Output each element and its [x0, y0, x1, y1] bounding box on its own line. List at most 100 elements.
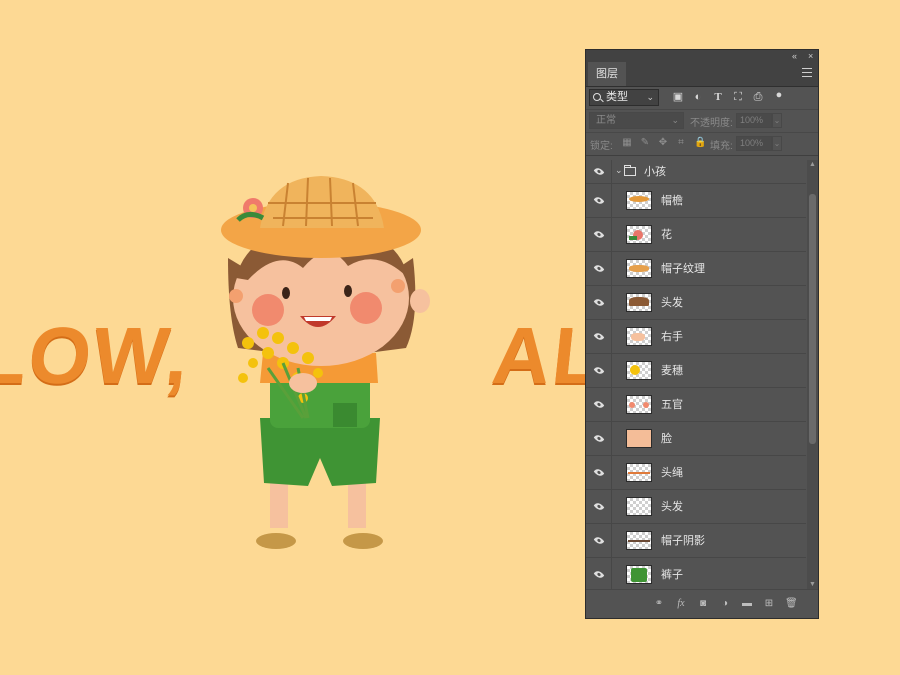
panel-titlebar: « ×: [586, 50, 818, 62]
lock-paint-icon[interactable]: ✎: [640, 138, 650, 148]
layers-scrollbar[interactable]: ▲ ▼: [807, 160, 818, 590]
filter-kind-label: 类型: [606, 91, 628, 103]
layer-row[interactable]: 头绳: [586, 456, 806, 490]
layer-thumbnail: [626, 565, 652, 584]
filter-type-icon[interactable]: T: [712, 91, 724, 103]
trash-icon[interactable]: 🗑: [785, 598, 798, 610]
panel-tabbar: 图层: [586, 62, 818, 87]
visibility-eye-icon[interactable]: [593, 165, 605, 177]
fill-input[interactable]: 100%: [736, 136, 772, 151]
layer-row[interactable]: 五官: [586, 388, 806, 422]
new-group-icon[interactable]: ▬: [741, 598, 753, 610]
layer-thumbnail: [626, 395, 652, 414]
layer-thumbnail: [626, 327, 652, 346]
layer-row[interactable]: 右手: [586, 320, 806, 354]
layer-row[interactable]: 裤子: [586, 558, 806, 590]
filter-smart-object-icon[interactable]: ⎙: [752, 91, 764, 103]
layer-name: 裤子: [661, 568, 683, 581]
layer-row[interactable]: 帽子纹理: [586, 252, 806, 286]
visibility-eye-icon[interactable]: [593, 296, 605, 308]
layer-thumbnail: [626, 531, 652, 550]
fx-icon[interactable]: fx: [675, 598, 687, 610]
layer-name: 麦穗: [661, 364, 683, 377]
layer-row[interactable]: 脸: [586, 422, 806, 456]
tab-layers[interactable]: 图层: [588, 62, 626, 86]
layers-panel: « × 图层 类型 ⌄ ▣ ◐ T ⛶ ⎙ ● 正常 ⌄ 不透明度: 100% …: [585, 49, 819, 619]
layer-name: 右手: [661, 330, 683, 343]
visibility-eye-icon[interactable]: [593, 432, 605, 444]
visibility-eye-icon[interactable]: [593, 398, 605, 410]
blend-mode-value: 正常: [596, 115, 616, 126]
canvas-text-left: LOW,: [0, 311, 196, 400]
lock-label: 锁定:: [590, 141, 613, 152]
adjustment-icon[interactable]: ◑: [719, 598, 731, 610]
layer-name: 小孩: [644, 165, 666, 178]
filter-pixel-icon[interactable]: ▣: [672, 91, 684, 103]
layer-name: 头发: [661, 500, 683, 513]
chevron-down-icon[interactable]: ⌄: [615, 165, 623, 176]
visibility-eye-icon[interactable]: [593, 568, 605, 580]
lock-all-icon[interactable]: 🔒: [694, 138, 706, 148]
close-icon[interactable]: ×: [808, 50, 813, 62]
chevron-down-icon: ⌄: [646, 92, 654, 102]
filter-kind-select[interactable]: 类型 ⌄: [589, 89, 659, 106]
visibility-eye-icon[interactable]: [593, 330, 605, 342]
layer-row[interactable]: 帽檐: [586, 184, 806, 218]
lock-row: 锁定: ▦ ✎ ✥ ⌗ 🔒 填充: 100% ⌄: [586, 133, 818, 156]
layer-thumbnail: [626, 259, 652, 278]
blend-mode-select[interactable]: 正常 ⌄: [589, 112, 684, 129]
layer-thumbnail: [626, 463, 652, 482]
opacity-dropdown-icon[interactable]: ⌄: [772, 113, 782, 128]
mask-icon[interactable]: ◙: [697, 598, 709, 610]
layer-row[interactable]: 帽子阴影: [586, 524, 806, 558]
filter-toggle-icon[interactable]: ●: [773, 89, 785, 101]
layer-thumbnail: [626, 293, 652, 312]
fill-dropdown-icon[interactable]: ⌄: [772, 136, 782, 151]
layer-row[interactable]: 头发: [586, 490, 806, 524]
layer-row[interactable]: 头发: [586, 286, 806, 320]
layer-name: 五官: [661, 398, 683, 411]
blend-row: 正常 ⌄ 不透明度: 100% ⌄: [586, 110, 818, 133]
layer-name: 头绳: [661, 466, 683, 479]
link-icon[interactable]: ⚭: [653, 598, 665, 610]
lock-artboard-icon[interactable]: ⌗: [676, 138, 686, 148]
collapse-icon[interactable]: «: [792, 50, 797, 62]
layer-name: 花: [661, 228, 672, 241]
layers-footer: ⚭ fx ◙ ◑ ▬ ⊞ 🗑: [586, 589, 818, 618]
panel-menu-icon[interactable]: [802, 68, 812, 77]
folder-icon: [624, 165, 636, 176]
filter-shape-icon[interactable]: ⛶: [732, 91, 744, 103]
layers-list: ⌄ 小孩 帽檐 花 帽子纹理 头发 右手 麦穗 五官 脸 头绳 头发 帽子阴影 …: [586, 160, 806, 590]
layer-row[interactable]: 花: [586, 218, 806, 252]
layer-thumbnail: [626, 191, 652, 210]
layer-group-row[interactable]: ⌄ 小孩: [586, 160, 806, 184]
filter-row: 类型 ⌄ ▣ ◐ T ⛶ ⎙ ●: [586, 87, 818, 110]
lock-transparency-icon[interactable]: ▦: [622, 138, 632, 148]
scroll-up-icon[interactable]: ▲: [807, 160, 818, 170]
visibility-eye-icon[interactable]: [593, 194, 605, 206]
search-icon: [593, 93, 601, 101]
visibility-eye-icon[interactable]: [593, 262, 605, 274]
layer-name: 头发: [661, 296, 683, 309]
layer-name: 脸: [661, 432, 672, 445]
layer-name: 帽檐: [661, 194, 683, 207]
chevron-down-icon: ⌄: [671, 115, 679, 125]
visibility-eye-icon[interactable]: [593, 534, 605, 546]
child-illustration: [221, 176, 430, 549]
visibility-eye-icon[interactable]: [593, 228, 605, 240]
layer-name: 帽子阴影: [661, 534, 705, 547]
scroll-thumb[interactable]: [809, 194, 816, 444]
layer-thumbnail: [626, 429, 652, 448]
layer-row[interactable]: 麦穗: [586, 354, 806, 388]
lock-position-icon[interactable]: ✥: [658, 138, 668, 148]
filter-adjustment-icon[interactable]: ◐: [692, 91, 704, 103]
opacity-label: 不透明度:: [690, 118, 733, 129]
layer-thumbnail: [626, 225, 652, 244]
fill-label: 填充:: [710, 141, 733, 152]
layer-thumbnail: [626, 497, 652, 516]
visibility-eye-icon[interactable]: [593, 466, 605, 478]
new-layer-icon[interactable]: ⊞: [763, 598, 775, 610]
opacity-input[interactable]: 100%: [736, 113, 772, 128]
visibility-eye-icon[interactable]: [593, 500, 605, 512]
visibility-eye-icon[interactable]: [593, 364, 605, 376]
